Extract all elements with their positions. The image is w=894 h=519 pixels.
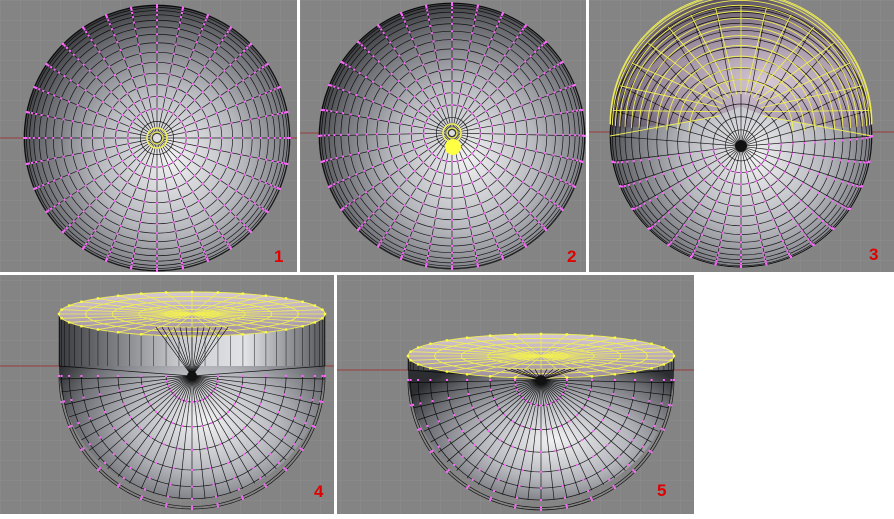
mesh-viewports-svg (0, 0, 894, 514)
panel-label-4: 4 (314, 482, 324, 501)
panel-label-3: 3 (869, 245, 879, 264)
sphere-mesh-1 (23, 4, 291, 272)
panel-label-1: 1 (274, 247, 284, 266)
viewport-composite: 1 2 3 4 5 (0, 0, 894, 514)
panel-label-5: 5 (657, 481, 667, 500)
selected-vertex-dot (445, 139, 461, 155)
sphere-mesh-3 (609, 0, 873, 269)
sphere-mesh-2 (318, 2, 586, 270)
panel-label-2: 2 (567, 247, 577, 266)
